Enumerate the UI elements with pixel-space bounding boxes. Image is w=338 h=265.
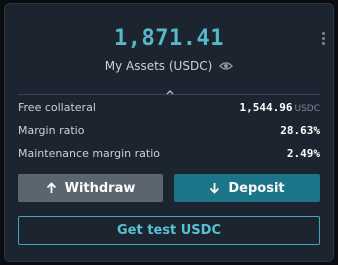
deposit-button[interactable]: Deposit bbox=[174, 174, 320, 202]
arrow-down-icon bbox=[210, 183, 220, 194]
free-collateral-unit: USDC bbox=[294, 104, 320, 114]
margin-ratio-row: Margin ratio 28.63% bbox=[18, 124, 320, 137]
maintenance-margin-label: Maintenance margin ratio bbox=[18, 147, 160, 160]
get-test-usdc-label: Get test USDC bbox=[117, 223, 221, 238]
assets-label: My Assets (USDC) bbox=[104, 59, 213, 73]
margin-ratio-value: 28.63% bbox=[280, 124, 320, 137]
margin-ratio-label: Margin ratio bbox=[18, 124, 85, 137]
get-test-usdc-button[interactable]: Get test USDC bbox=[18, 216, 320, 245]
eye-icon[interactable] bbox=[219, 61, 234, 71]
chevron-up-icon[interactable] bbox=[164, 88, 176, 96]
deposit-label: Deposit bbox=[228, 180, 285, 196]
free-collateral-row: Free collateral 1,544.96 USDC bbox=[18, 101, 320, 114]
maintenance-margin-value: 2.49% bbox=[286, 147, 320, 160]
withdraw-button[interactable]: Withdraw bbox=[18, 174, 163, 202]
total-balance: 1,871.41 bbox=[114, 26, 224, 51]
free-collateral-label: Free collateral bbox=[18, 101, 96, 114]
arrow-up-icon bbox=[46, 182, 56, 193]
assets-label-row: My Assets (USDC) bbox=[5, 59, 333, 73]
maintenance-margin-row: Maintenance margin ratio 2.49% bbox=[18, 147, 320, 160]
assets-card: 1,871.41 My Assets (USDC) Free collatera… bbox=[4, 3, 334, 262]
withdraw-label: Withdraw bbox=[64, 180, 136, 196]
free-collateral-value: 1,544.96 USDC bbox=[239, 101, 321, 114]
